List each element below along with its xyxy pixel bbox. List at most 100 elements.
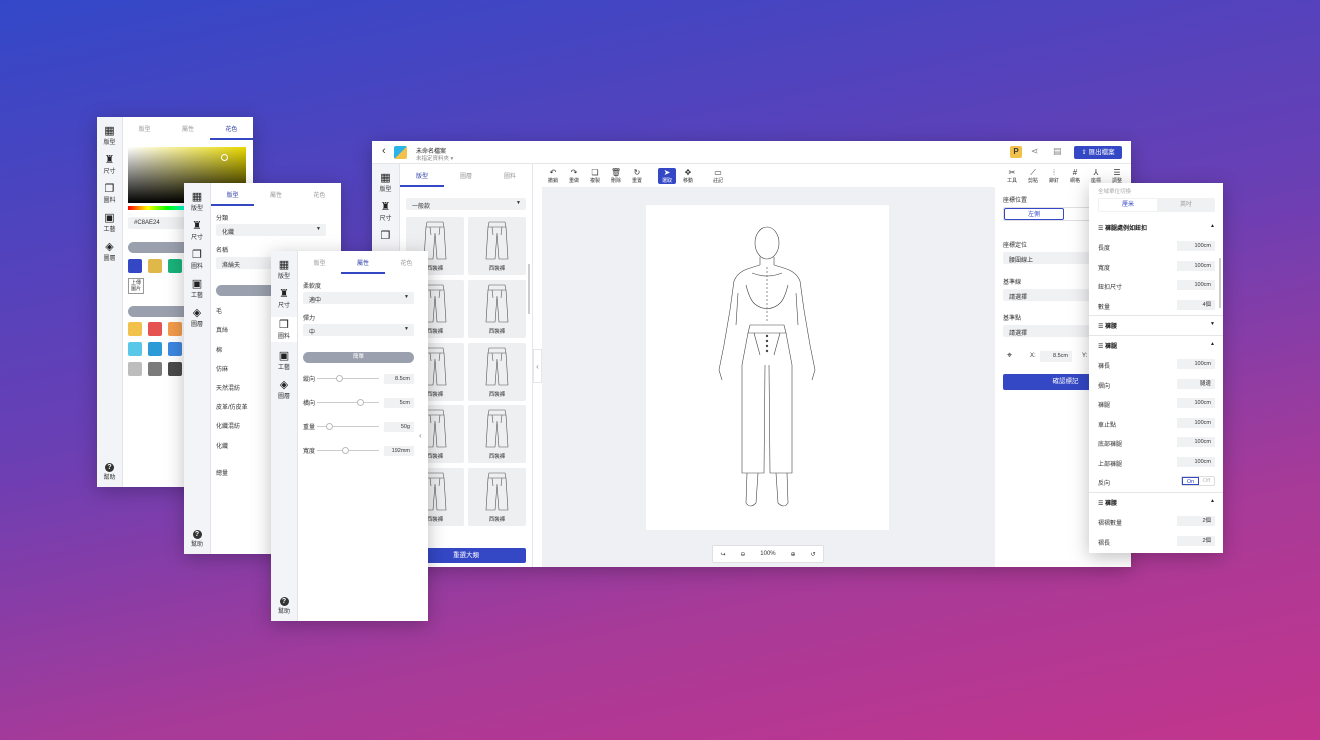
upload-image-button[interactable]: 上傳 圖片 [128, 278, 144, 294]
rail-item-layer[interactable]: ◈ 圖層 [271, 379, 297, 400]
swatch-4[interactable] [128, 342, 142, 356]
material-item[interactable]: 化纖 [216, 441, 228, 450]
slider-value[interactable]: 192mm [384, 446, 414, 456]
export-button[interactable]: ⇪ 匯出檔案 [1074, 146, 1122, 159]
x-input[interactable]: 8.5cm [1040, 351, 1072, 362]
slider-knob[interactable] [357, 399, 365, 406]
target-icon[interactable]: ⌖ [1007, 350, 1012, 361]
material-item[interactable]: 仿麻 [216, 364, 228, 373]
rail-item-fabric[interactable]: ❐ 圖料 [97, 183, 122, 204]
section-header[interactable]: ☰ 褲腰 ▼ [1098, 321, 1215, 330]
copy-button[interactable]: ❏ 複製 [586, 168, 604, 184]
material-item[interactable]: 棉 [216, 345, 222, 354]
rail-item-pattern[interactable]: ▦ 版型 [271, 259, 297, 280]
measure-value[interactable]: 100cm [1177, 280, 1215, 290]
back-chevron-icon[interactable]: ‹ [382, 145, 386, 157]
rivet-button[interactable]: ⦙ 鉚釘 [1045, 168, 1063, 184]
material-item[interactable]: 皮革/仿皮革 [216, 402, 248, 411]
material-item[interactable]: 毛 [216, 306, 222, 315]
scrollbar[interactable] [528, 264, 530, 314]
rail-item-pattern[interactable]: ▦ 版型 [372, 172, 399, 193]
undo-button[interactable]: ↶ 撤銷 [544, 168, 562, 184]
softness-select[interactable]: 適中 ▼ [303, 292, 414, 304]
pattern-card[interactable]: 西裝褲 [468, 217, 526, 275]
tab-attr[interactable]: 屬性 [254, 183, 297, 206]
redo-button[interactable]: ↷ 重做 [565, 168, 583, 184]
tab-pattern[interactable]: 版型 [211, 183, 255, 206]
measure-value[interactable]: 100cm [1177, 359, 1215, 369]
toggle-off[interactable]: Off [1199, 477, 1214, 485]
measure-value[interactable]: 4個 [1177, 299, 1215, 310]
rail-item-layer[interactable]: ◈ 圖層 [97, 241, 122, 262]
hex-input[interactable]: #C8AE24 [128, 217, 188, 229]
slider-track[interactable] [317, 447, 379, 454]
unit-cm[interactable]: 厘米 [1099, 199, 1157, 211]
slider-track[interactable] [317, 399, 379, 406]
help-button[interactable]: ? 幫助 [271, 597, 297, 615]
swatch-5[interactable] [148, 342, 162, 356]
rail-item-craft[interactable]: ▣ 工藝 [97, 212, 122, 233]
tab-color[interactable]: 花色 [298, 183, 341, 206]
share-icon[interactable]: ⋖ [1031, 146, 1039, 157]
slider-track[interactable] [317, 375, 379, 382]
measure-value[interactable]: 2個 [1177, 516, 1215, 526]
section-header[interactable]: ☰ 褲腰 ▲ [1098, 498, 1215, 507]
measure-value[interactable]: 100cm [1177, 260, 1215, 271]
color-picker-handle[interactable] [221, 154, 228, 161]
slider-knob[interactable] [341, 447, 349, 454]
zoom-out-icon[interactable]: ⊖ [740, 551, 745, 558]
collapse-chevron-icon[interactable]: ‹ [419, 431, 422, 440]
reverse-toggle[interactable]: On Off [1181, 476, 1215, 486]
section-header[interactable]: ☰ 褲腿 ▲ [1098, 341, 1215, 350]
pattern-card[interactable]: 西裝褲 [468, 280, 526, 338]
reset-button[interactable]: ↻ 重置 [628, 168, 646, 184]
rail-item-craft[interactable]: ▣ 工藝 [271, 350, 297, 371]
file-subtitle[interactable]: 未指定資料夾 ▾ [416, 154, 453, 162]
tab-layer[interactable]: 圖層 [444, 164, 488, 187]
cut-point-button[interactable]: ⟋ 剪點 [1024, 168, 1042, 184]
select-button[interactable]: ➤ 選取 [658, 168, 676, 184]
swatch-blue[interactable] [128, 259, 142, 273]
slider-track[interactable] [317, 423, 379, 430]
measure-value[interactable]: 100cm [1177, 241, 1215, 251]
swatch-1[interactable] [128, 322, 142, 336]
pattern-card[interactable]: 西裝褲 [468, 468, 526, 526]
swatch-yellow[interactable] [148, 259, 162, 273]
measure-value[interactable]: 100cm [1177, 417, 1215, 428]
measure-value[interactable]: 100cm [1177, 456, 1215, 467]
rail-item-size[interactable]: ♜ 尺寸 [97, 154, 122, 175]
pattern-card[interactable]: 西裝褲 [468, 405, 526, 463]
grid-button[interactable]: # 網格 [1066, 168, 1084, 184]
tab-pattern[interactable]: 版型 [298, 251, 341, 274]
coordinate-button[interactable]: ⅄ 座標 [1087, 168, 1105, 184]
swatch-2[interactable] [148, 322, 162, 336]
rail-item-pattern[interactable]: ▦ 版型 [184, 191, 210, 212]
tab-attr[interactable]: 屬性 [166, 117, 209, 140]
tab-left-side[interactable]: 左側 [1004, 208, 1064, 220]
slider-value[interactable]: 8.5cm [384, 374, 414, 384]
rail-item-size[interactable]: ♜ 尺寸 [271, 288, 297, 309]
measure-value[interactable]: 2個 [1177, 535, 1215, 546]
help-button[interactable]: ? 幫助 [184, 530, 210, 548]
swatch-7[interactable] [128, 362, 142, 376]
rail-item-fabric[interactable]: ❐ 圖料 [184, 249, 210, 270]
tab-color[interactable]: 花色 [385, 251, 428, 274]
rail-item-fabric[interactable]: ❐ 圖料 [271, 317, 297, 342]
swatch-8[interactable] [148, 362, 162, 376]
rotate-icon[interactable]: ↪ [720, 551, 725, 558]
slider-value[interactable]: 50g [384, 422, 414, 432]
swatch-9[interactable] [168, 362, 182, 376]
material-item[interactable]: 真絲 [216, 325, 228, 334]
delete-button[interactable]: 🗑 刪除 [607, 168, 625, 184]
measure-value[interactable]: 100cm [1177, 437, 1215, 447]
pattern-card[interactable]: 西裝褲 [468, 343, 526, 401]
elasticity-select[interactable]: 中 ▼ [303, 324, 414, 336]
category-select[interactable]: 一般款 ▼ [406, 198, 526, 210]
slider-knob[interactable] [326, 423, 334, 430]
tab-pattern[interactable]: 版型 [400, 164, 444, 187]
rail-item-size[interactable]: ♜ 尺寸 [184, 220, 210, 241]
help-button[interactable]: ? 幫助 [97, 463, 122, 481]
tab-fabric[interactable]: 圖料 [488, 164, 532, 187]
category-select[interactable]: 化纖 ▼ [216, 224, 326, 236]
rail-item-layer[interactable]: ◈ 圖層 [184, 307, 210, 328]
